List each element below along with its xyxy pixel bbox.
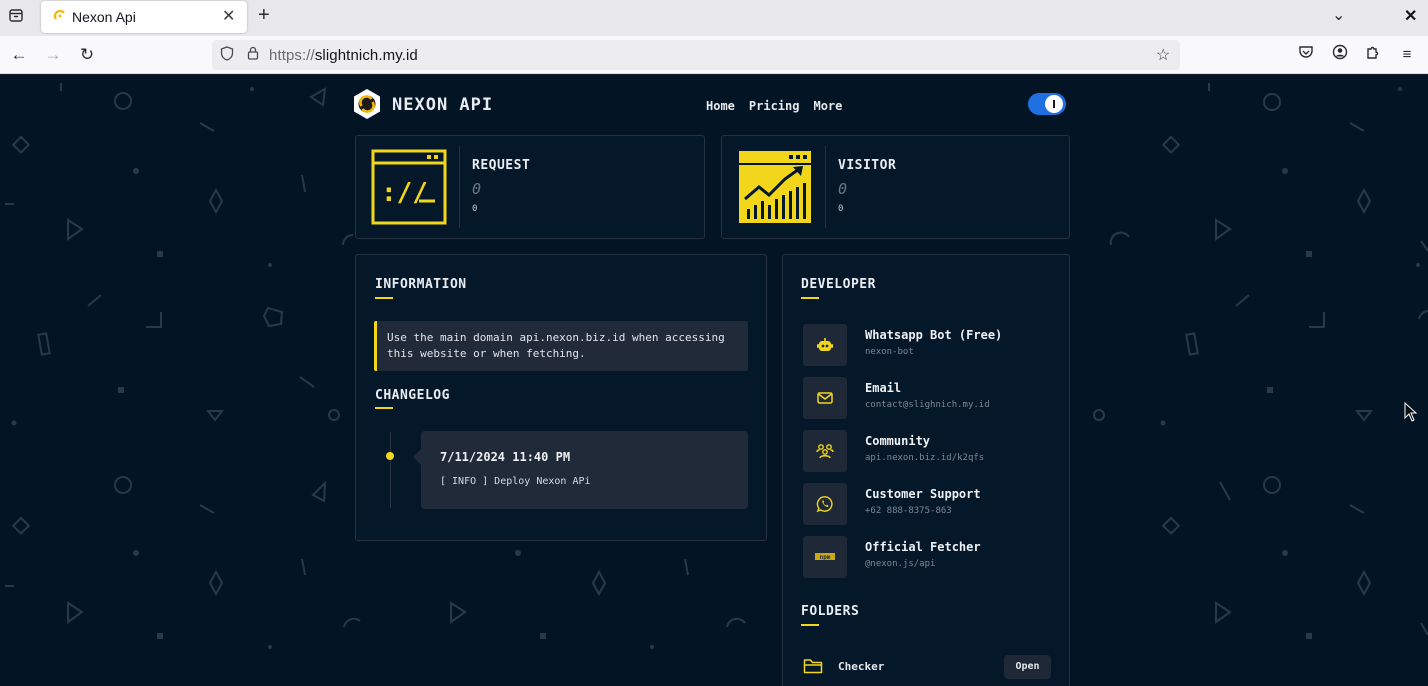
changelog-date: 7/11/2024 11:40 PM (440, 450, 571, 464)
mail-icon (803, 377, 847, 419)
developer-item-sub: +62 888-8375-863 (865, 506, 952, 516)
menu-icon[interactable]: ≡ (1396, 44, 1418, 66)
lock-icon[interactable] (244, 46, 262, 64)
stat-label: REQUEST (472, 158, 531, 173)
title-underline (375, 407, 393, 409)
information-title: INFORMATION (375, 277, 467, 292)
toggle-knob (1045, 95, 1063, 113)
timeline-dot (386, 452, 394, 460)
visitor-stat-card: VISITOR 0 0 (721, 135, 1070, 239)
svg-text:://: :// (381, 178, 428, 208)
stat-value: 0 (838, 180, 848, 198)
folder-name: Checker (838, 660, 885, 673)
extensions-icon[interactable] (1362, 44, 1384, 66)
account-icon[interactable] (1329, 44, 1351, 66)
community-icon (803, 430, 847, 472)
stat-sub: 0 (472, 204, 478, 214)
new-tab-icon[interactable]: + (258, 4, 270, 27)
developer-item-community[interactable]: Community api.nexon.biz.id/k2qfs (803, 430, 1053, 472)
svg-text:npm: npm (820, 554, 831, 561)
tab-title: Nexon Api (72, 9, 136, 25)
stat-value: 0 (472, 180, 482, 198)
folders-title: FOLDERS (801, 604, 860, 619)
changelog-entry: 7/11/2024 11:40 PM [ INFO ] Deploy Nexon… (413, 431, 748, 509)
web-page: NEXON API Home Pricing More :// REQUEST 0 … (0, 75, 1428, 686)
stat-sub: 0 (838, 204, 844, 214)
developer-item-customer-support[interactable]: Customer Support +62 888-8375-863 (803, 483, 1053, 525)
nav-more[interactable]: More (813, 99, 842, 113)
changelog-text: [ INFO ] Deploy Nexon APi (440, 476, 591, 487)
changelog-title: CHANGELOG (375, 388, 450, 403)
forward-icon[interactable]: → (42, 44, 64, 66)
title-underline (375, 297, 393, 299)
developer-item-sub: api.nexon.biz.id/k2qfs (865, 453, 985, 463)
stat-divider (825, 146, 826, 228)
address-bar[interactable]: https://slightnich.my.id ☆ (212, 40, 1180, 70)
chevron-down-icon[interactable]: ⌄ (1332, 5, 1345, 25)
developer-item-name: Community (865, 434, 931, 448)
mouse-cursor-icon (1404, 402, 1418, 422)
growth-chart-icon (739, 151, 811, 223)
whatsapp-icon (803, 483, 847, 525)
developer-item-email[interactable]: Email contact@slighnich.my.id (803, 377, 1053, 419)
developer-item-sub: nexon-bot (865, 347, 914, 357)
developer-item-name: Whatsapp Bot (Free) (865, 328, 1003, 342)
nexon-logo-icon[interactable] (352, 88, 382, 120)
theme-toggle[interactable] (1028, 93, 1066, 115)
folder-item[interactable]: Checker Open (803, 655, 1053, 679)
folder-open-button[interactable]: Open (1004, 655, 1051, 679)
developer-item-whatsapp-bot[interactable]: Whatsapp Bot (Free) nexon-bot (803, 324, 1053, 366)
developer-item-sub: contact@slighnich.my.id (865, 400, 990, 410)
robot-icon (803, 324, 847, 366)
developer-item-name: Customer Support (865, 487, 981, 501)
nav-home[interactable]: Home (706, 99, 735, 113)
developer-item-name: Official Fetcher (865, 540, 981, 554)
developer-title: DEVELOPER (801, 277, 876, 292)
stat-label: VISITOR (838, 158, 897, 173)
stat-divider (459, 146, 460, 228)
tab-list-icon[interactable] (6, 7, 26, 27)
window-close-icon[interactable]: ✕ (1404, 6, 1417, 26)
brand-name[interactable]: NEXON API (392, 95, 493, 115)
main-nav: Home Pricing More (706, 97, 856, 115)
domain-notice: Use the main domain api.nexon.biz.id whe… (374, 321, 748, 371)
information-card: INFORMATION Use the main domain api.nexo… (355, 254, 767, 541)
developer-item-sub: @nexon.js/api (865, 559, 936, 569)
developer-card: DEVELOPER Whatsapp Bot (Free) nexon-bot … (782, 254, 1070, 686)
notice-text: Use the main domain api.nexon.biz.id whe… (387, 331, 725, 360)
url-text[interactable]: https://slightnich.my.id (269, 47, 418, 64)
reload-icon[interactable]: ↻ (76, 44, 98, 66)
tab-close-icon[interactable]: ✕ (222, 6, 235, 26)
developer-item-official-fetcher[interactable]: npm Official Fetcher @nexon.js/api (803, 536, 1053, 578)
back-icon[interactable]: ← (8, 44, 30, 66)
browser-tab[interactable]: Nexon Api ✕ (41, 1, 247, 33)
timeline-line (390, 432, 391, 508)
site-header: NEXON API Home Pricing More (352, 88, 1068, 122)
npm-icon: npm (803, 536, 847, 578)
folder-icon (803, 659, 823, 674)
title-underline (801, 297, 819, 299)
shield-icon[interactable] (218, 46, 236, 64)
title-underline (801, 624, 819, 626)
nav-pricing[interactable]: Pricing (749, 99, 800, 113)
browser-tab-bar: Nexon Api ✕ + ⌄ ✕ (0, 0, 1428, 36)
developer-item-name: Email (865, 381, 902, 395)
browser-nav-bar: ← → ↻ https://slightnich.my.id ☆ ≡ (0, 36, 1428, 74)
request-stat-card: :// REQUEST 0 0 (355, 135, 705, 239)
pocket-icon[interactable] (1295, 44, 1317, 66)
tab-favicon-icon (53, 9, 65, 20)
terminal-window-icon: :// (371, 149, 447, 225)
star-icon[interactable]: ☆ (1156, 45, 1170, 65)
